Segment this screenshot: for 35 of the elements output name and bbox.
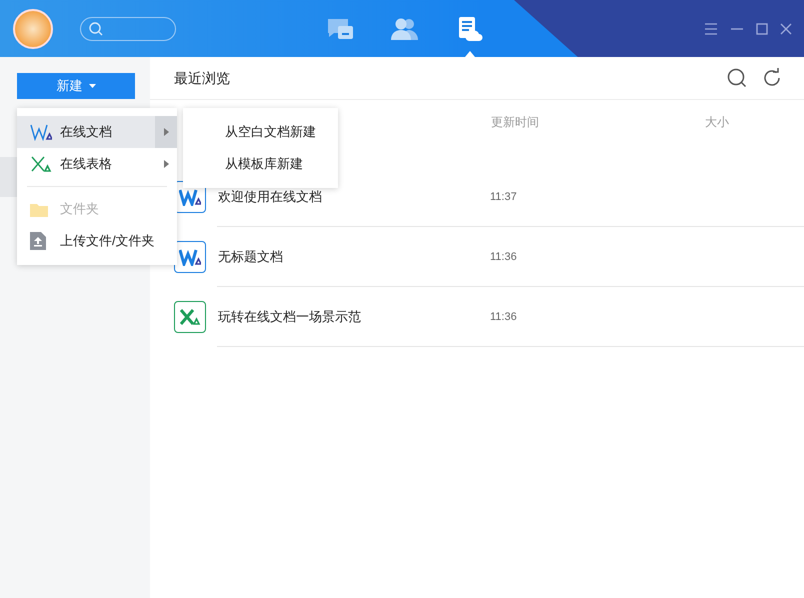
document-icon xyxy=(30,123,52,141)
document-cloud-icon xyxy=(457,16,483,42)
submenu-arrow-icon xyxy=(164,128,168,136)
search-icon xyxy=(89,22,103,36)
maximize-icon[interactable] xyxy=(756,22,768,34)
menu-item[interactable]: 上传文件/文件夹 xyxy=(17,225,177,257)
search-icon[interactable] xyxy=(727,68,747,88)
menu-item[interactable]: 在线文档 xyxy=(17,116,177,148)
spreadsheet-icon xyxy=(174,301,206,333)
people-icon xyxy=(390,16,420,40)
new-button[interactable]: 新建 xyxy=(17,73,135,99)
caret-icon xyxy=(88,84,96,88)
section-title: 最近浏览 xyxy=(174,68,230,88)
column-header: 大小 xyxy=(705,114,729,131)
submenu-arrow-icon xyxy=(164,160,168,168)
menu-item[interactable]: 在线表格 xyxy=(17,148,177,180)
refresh-icon[interactable] xyxy=(762,68,782,88)
file-name[interactable]: 欢迎使用在线文档 xyxy=(218,187,478,207)
column-header: 更新时间 xyxy=(491,114,539,131)
update-time: 11:36 xyxy=(490,310,517,325)
submenu-item[interactable]: 从空白文档新建 xyxy=(183,116,338,148)
chat-icon xyxy=(326,16,354,40)
selected-pointer-icon xyxy=(465,51,475,57)
menu-icon[interactable] xyxy=(704,22,718,34)
folder-icon xyxy=(30,202,48,216)
upload-icon xyxy=(30,232,46,250)
update-time: 11:36 xyxy=(490,250,517,265)
file-name[interactable]: 无标题文档 xyxy=(218,247,478,267)
submenu-item[interactable]: 从模板库新建 xyxy=(183,148,338,180)
avatar[interactable] xyxy=(13,8,53,48)
file-name[interactable]: 玩转在线文档一场景示范 xyxy=(218,307,478,327)
search-field[interactable] xyxy=(80,16,176,40)
update-time: 11:37 xyxy=(490,190,517,205)
close-icon[interactable] xyxy=(780,22,792,34)
spreadsheet-icon xyxy=(30,155,52,173)
